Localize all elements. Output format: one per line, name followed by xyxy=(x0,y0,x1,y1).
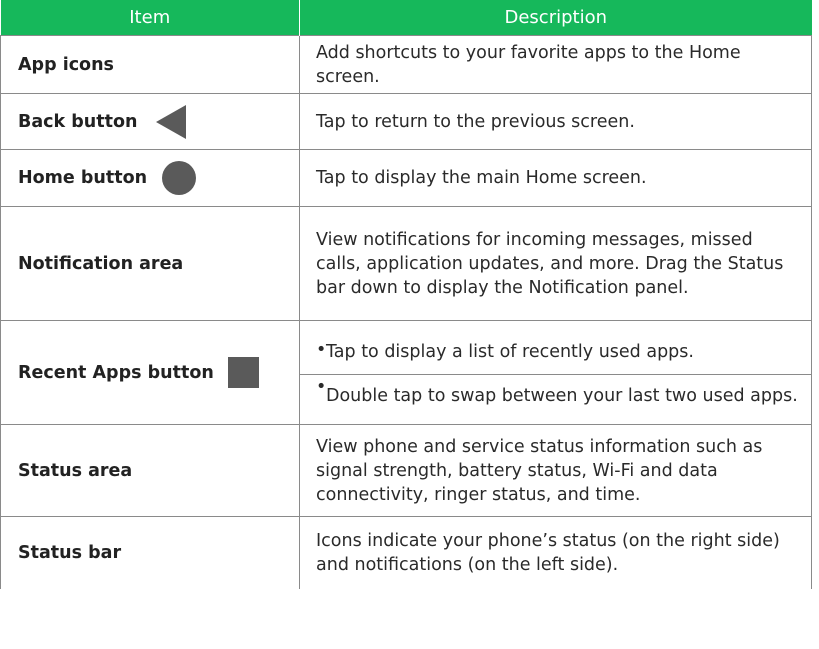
item-label: Home button xyxy=(18,168,148,188)
description-cell: Tap to display a list of recently used a… xyxy=(299,320,812,425)
table-row: Notification area View notifications for… xyxy=(0,206,812,321)
header-row: Item Description xyxy=(0,0,812,36)
bullet-item: Double tap to swap between your last two… xyxy=(316,375,801,408)
item-cell: Notification area xyxy=(0,206,300,321)
item-label: App icons xyxy=(18,54,114,75)
table-row: App icons Add shortcuts to your favorite… xyxy=(0,35,812,94)
item-label: Recent Apps button xyxy=(18,362,214,383)
table-row: Status area View phone and service statu… xyxy=(0,424,812,517)
description-cell: Tap to display the main Home screen. xyxy=(299,149,812,207)
description-text: Add shortcuts to your favorite apps to t… xyxy=(316,42,741,87)
bullet-item: Tap to display a list of recently used a… xyxy=(316,338,801,374)
item-label: Status bar xyxy=(18,542,122,563)
description-cell: Add shortcuts to your favorite apps to t… xyxy=(299,35,812,94)
table-row: Status bar Icons indicate your phone’s s… xyxy=(0,516,812,589)
recent-square-icon xyxy=(227,357,259,388)
description-cell: View notifications for incoming messages… xyxy=(299,206,812,321)
description-text: Icons indicate your phone’s status (on t… xyxy=(316,530,780,575)
item-label: Notification area xyxy=(18,253,184,274)
item-cell: App icons xyxy=(0,35,300,94)
table-row: Recent Apps button Tap to display a list… xyxy=(0,320,812,425)
table-row: Back button Tap to return to the previou… xyxy=(0,93,812,150)
item-label: Status area xyxy=(18,460,133,481)
description-text: View notifications for incoming messages… xyxy=(316,229,784,298)
item-cell: Status area xyxy=(0,424,300,517)
description-text: Tap to display the main Home screen. xyxy=(316,168,647,188)
description-cell: Icons indicate your phone’s status (on t… xyxy=(299,516,812,589)
item-cell: Recent Apps button xyxy=(0,320,300,425)
items-table: Item Description App icons Add shortcuts… xyxy=(0,0,812,589)
table-row: Home button Tap to display the main Home… xyxy=(0,149,812,207)
description-text: Tap to return to the previous screen. xyxy=(316,111,635,132)
item-label: Back button xyxy=(18,111,138,132)
description-cell: Tap to return to the previous screen. xyxy=(299,93,812,150)
home-circle-icon xyxy=(162,161,197,195)
item-cell: Home button xyxy=(0,149,300,207)
description-column-header: Description xyxy=(299,0,812,36)
back-triangle-icon xyxy=(156,104,187,139)
item-column-header: Item xyxy=(0,0,300,36)
description-text: View phone and service status informatio… xyxy=(316,436,763,505)
description-cell: View phone and service status informatio… xyxy=(299,424,812,517)
item-cell: Back button xyxy=(0,93,300,150)
item-cell: Status bar xyxy=(0,516,300,589)
